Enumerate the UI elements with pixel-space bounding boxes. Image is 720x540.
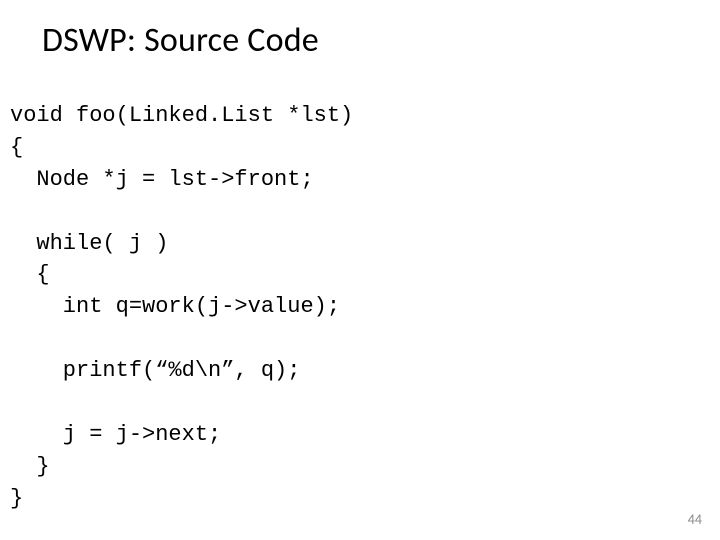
code-line: } — [10, 454, 50, 479]
code-line: int q=work(j->value); — [10, 294, 340, 319]
code-line: { — [10, 262, 50, 287]
slide-title: DSWP: Source Code — [42, 20, 319, 61]
code-line: void foo(Linked.List *lst) — [10, 103, 353, 128]
code-line: Node *j = lst->front; — [10, 167, 314, 192]
code-line: printf(“%d\n”, q); — [10, 358, 300, 383]
code-line: } — [10, 486, 23, 511]
code-line: j = j->next; — [10, 422, 221, 447]
code-block: void foo(Linked.List *lst) { Node *j = l… — [10, 100, 353, 515]
code-line: { — [10, 135, 23, 160]
page-number: 44 — [688, 511, 702, 528]
code-line: while( j ) — [10, 231, 168, 256]
slide: DSWP: Source Code void foo(Linked.List *… — [0, 0, 720, 540]
